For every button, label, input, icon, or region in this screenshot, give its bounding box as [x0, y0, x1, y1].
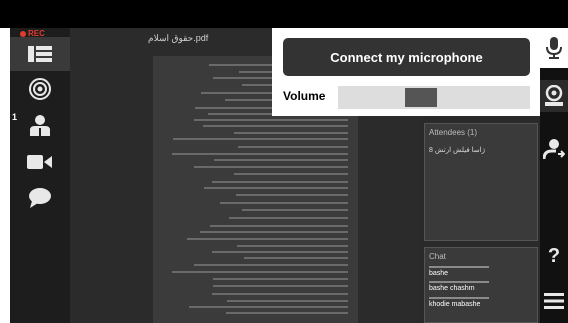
attendee-item[interactable]: ژاسا فیلش ارتش 8	[429, 146, 485, 154]
document-text-line	[204, 187, 348, 189]
document-text-line	[219, 202, 348, 204]
document-text-line	[238, 146, 348, 148]
right-toolbar	[540, 28, 568, 323]
attendees-panel: Attendees (1) ژاسا فیلش ارتش 8	[424, 123, 538, 241]
document-text-line	[211, 293, 348, 295]
broadcast-icon	[29, 78, 51, 100]
document-text-line	[241, 209, 348, 211]
document-text-line	[235, 194, 348, 196]
document-text-line	[171, 271, 348, 273]
help-button[interactable]: ?	[540, 240, 568, 272]
chat-sender: khodie mabashe	[429, 301, 481, 308]
document-text-line	[237, 245, 348, 247]
document-text-line	[234, 173, 348, 175]
webcam-icon	[545, 85, 563, 106]
menu-button[interactable]	[540, 285, 568, 317]
chat-sender: bashe	[429, 270, 449, 277]
document-text-line	[187, 238, 348, 240]
broadcast-button[interactable]	[10, 72, 70, 106]
presentation-icon	[28, 46, 52, 62]
document-text-line	[172, 138, 348, 140]
document-text-line	[171, 153, 348, 155]
chat-message-text	[429, 266, 489, 268]
document-text-line	[188, 306, 348, 308]
top-bar	[0, 0, 568, 28]
chat-message-text	[429, 297, 489, 299]
document-text-line	[212, 285, 348, 287]
attendees-title: Attendees (1)	[429, 128, 478, 137]
share-user-tab[interactable]	[540, 133, 568, 165]
document-text-line	[228, 217, 348, 219]
user-icon	[30, 115, 50, 136]
audio-tab[interactable]	[540, 28, 568, 68]
webcam-tab[interactable]	[540, 80, 568, 112]
presentation-button[interactable]	[10, 37, 70, 71]
document-text-line	[193, 264, 348, 266]
help-icon: ?	[547, 244, 561, 267]
chat-title: Chat	[429, 252, 446, 261]
chat-button[interactable]	[10, 181, 70, 215]
user-share-icon	[543, 139, 565, 160]
volume-slider-thumb[interactable]	[405, 88, 438, 107]
rec-dot-icon	[20, 30, 26, 37]
chat-bubble-icon	[29, 188, 51, 208]
document-text-line	[211, 251, 348, 253]
document-text-line	[226, 312, 348, 314]
chat-message-text	[429, 281, 489, 283]
document-text-line	[203, 125, 348, 127]
volume-label: Volume	[283, 89, 326, 103]
users-button[interactable]	[10, 109, 70, 143]
document-text-line	[212, 181, 348, 183]
document-text-line	[194, 166, 348, 168]
document-text-line	[244, 257, 348, 259]
document-text-line	[194, 119, 348, 121]
document-text-line	[214, 159, 348, 161]
document-title: حقوق اسلام.pdf	[148, 33, 209, 43]
connect-microphone-button[interactable]: Connect my microphone	[283, 38, 530, 76]
microphone-icon	[546, 37, 562, 59]
menu-icon	[544, 293, 564, 309]
document-text-line	[226, 300, 348, 302]
chat-sender: bashe chashm	[429, 285, 475, 292]
video-button[interactable]	[10, 145, 70, 179]
document-text-line	[199, 231, 348, 233]
document-text-line	[212, 278, 348, 280]
video-camera-icon	[27, 155, 52, 169]
chat-panel: Chat bashe bashe chashm khodie mabashe	[424, 247, 538, 323]
document-text-line	[233, 132, 348, 134]
document-text-line	[210, 225, 348, 227]
